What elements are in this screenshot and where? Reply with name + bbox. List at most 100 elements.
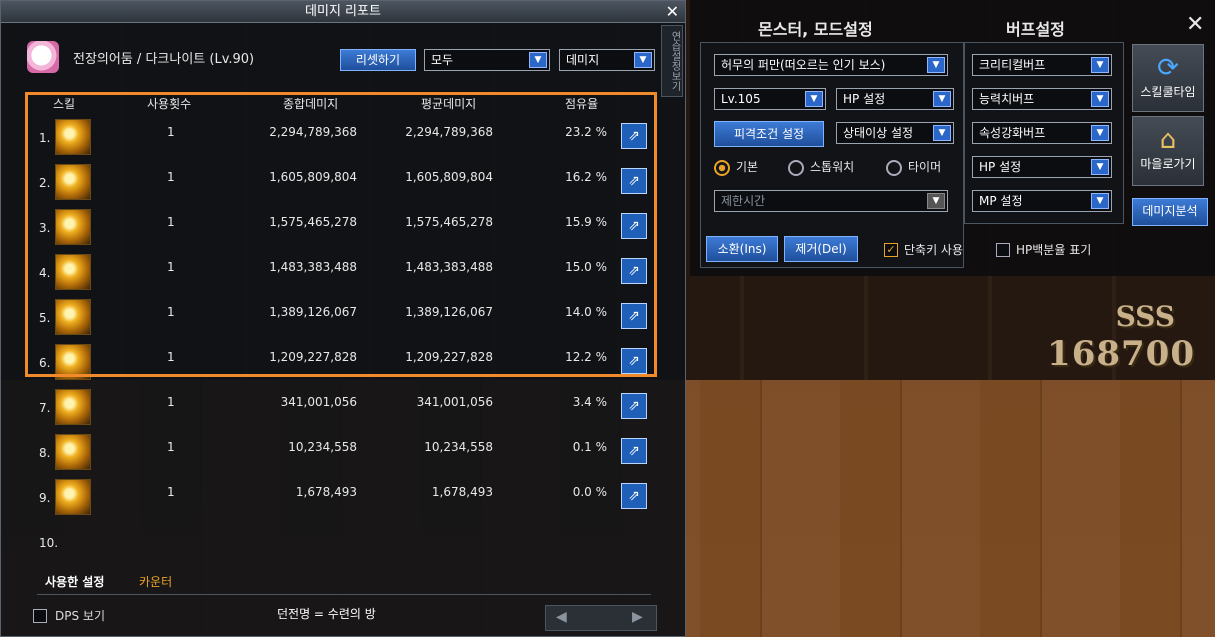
row-index: 10. <box>39 536 59 550</box>
skill-cooldown-label: 스킬쿨타임 <box>1140 85 1196 99</box>
radio-stopwatch-label: 스톱워치 <box>810 160 855 174</box>
dps-checkbox[interactable] <box>33 608 47 623</box>
go-town-button[interactable]: ⌂ 마을로가기 <box>1132 116 1204 186</box>
radio-off-icon <box>886 159 902 176</box>
dps-toggle[interactable]: DPS 보기 <box>33 607 105 624</box>
dps-label: DPS 보기 <box>55 609 105 623</box>
monster-select[interactable]: 허무의 퍼만(떠오르는 인기 보스) ▼ <box>714 54 948 76</box>
radio-basic-label: 기본 <box>736 160 759 174</box>
radio-basic[interactable]: 기본 <box>714 158 758 176</box>
share-icon[interactable]: ⇗ <box>621 393 647 419</box>
skill-cooldown-button[interactable]: ⟳ 스킬쿨타임 <box>1132 44 1204 112</box>
chevron-down-icon: ▼ <box>927 193 945 209</box>
table-row: 10. <box>31 520 661 564</box>
chevron-down-icon: ▼ <box>933 91 951 107</box>
chevron-down-icon: ▼ <box>1091 91 1109 107</box>
row-total: 10,234,558 <box>288 440 357 454</box>
dungeon-name: 던전명 = 수련의 방 <box>277 607 376 621</box>
row-total: 1,678,493 <box>295 485 357 499</box>
buff-select-hp[interactable]: HP 설정 ▼ <box>972 156 1112 178</box>
row-avg: 1,678,493 <box>431 485 493 499</box>
skill-icon <box>55 389 91 425</box>
reset-button[interactable]: 리셋하기 <box>340 49 416 71</box>
buff-select-element[interactable]: 속성강화버프 ▼ <box>972 122 1112 144</box>
hp-select[interactable]: HP 설정 ▼ <box>836 88 954 110</box>
skill-icon <box>55 434 91 470</box>
house-icon: ⌂ <box>1159 125 1177 155</box>
radio-timer-label: 타이머 <box>908 160 942 174</box>
summon-button[interactable]: 소환(Ins) <box>706 236 778 262</box>
table-row: 7. 1 341,001,056 341,001,056 3.4 % ⇗ <box>31 385 661 429</box>
buff-select-critical[interactable]: 크리티컬버프 ▼ <box>972 54 1112 76</box>
chevron-down-icon: ▼ <box>634 52 652 68</box>
checkbox-checked-icon[interactable]: ✓ <box>884 242 898 257</box>
buff-stat-value: 능력치버프 <box>979 92 1035 106</box>
skill-icon <box>55 479 91 515</box>
row-share: 3.4 % <box>572 395 607 409</box>
close-icon[interactable]: ✕ <box>1186 12 1204 37</box>
hp-select-value: HP 설정 <box>843 92 886 106</box>
metric-select[interactable]: 데미지 ▼ <box>559 49 655 71</box>
hp-percent-label: HP백분율 표기 <box>1016 243 1092 257</box>
share-icon[interactable]: ⇗ <box>621 483 647 509</box>
chevron-down-icon: ▼ <box>805 91 823 107</box>
table-row: 8. 1 10,234,558 10,234,558 0.1 % ⇗ <box>31 430 661 474</box>
buff-mp-value: MP 설정 <box>979 194 1023 208</box>
buff-hp-value: HP 설정 <box>979 160 1022 174</box>
combo-score: SSS 168700 <box>995 300 1195 380</box>
row-share: 0.0 % <box>572 485 607 499</box>
buff-select-stat[interactable]: 능력치버프 ▼ <box>972 88 1112 110</box>
row-index: 9. <box>39 491 51 505</box>
metric-select-value: 데미지 <box>566 53 600 67</box>
checkbox-icon[interactable] <box>996 242 1010 257</box>
status-select[interactable]: 상태이상 설정 ▼ <box>836 122 954 144</box>
tab-used-settings[interactable]: 사용한 설정 <box>45 573 104 590</box>
close-icon[interactable]: ✕ <box>666 1 679 23</box>
chevron-down-icon: ▼ <box>927 57 945 73</box>
level-select-value: Lv.105 <box>721 92 761 106</box>
filter-select[interactable]: 모두 ▼ <box>424 49 550 71</box>
monster-select-value: 허무의 퍼만(떠오르는 인기 보스) <box>721 58 886 72</box>
hp-percent-toggle[interactable]: HP백분율 표기 <box>996 241 1091 258</box>
buff-select-mp[interactable]: MP 설정 ▼ <box>972 190 1112 212</box>
radio-stopwatch[interactable]: 스톱워치 <box>788 158 854 176</box>
chevron-down-icon: ▼ <box>1091 125 1109 141</box>
prev-page-icon[interactable]: ◀ <box>556 609 567 625</box>
damage-analysis-button[interactable]: 데미지분석 <box>1132 198 1208 226</box>
buff-critical-value: 크리티컬버프 <box>979 58 1046 72</box>
radio-off-icon <box>788 159 804 176</box>
refresh-icon: ⟳ <box>1157 53 1179 83</box>
report-title: 데미지 리포트 <box>305 4 381 19</box>
tab-counter[interactable]: 카운터 <box>139 573 172 590</box>
status-select-value: 상태이상 설정 <box>843 126 914 140</box>
shortcut-toggle[interactable]: ✓ 단축키 사용 <box>884 241 963 258</box>
chevron-down-icon: ▼ <box>1091 159 1109 175</box>
character-info: 전장의어둠 / 다크나이트 (Lv.90) <box>27 39 254 75</box>
remove-button[interactable]: 제거(Del) <box>784 236 858 262</box>
next-page-icon[interactable]: ▶ <box>632 609 643 625</box>
radio-timer[interactable]: 타이머 <box>886 158 941 176</box>
rank-text: SSS <box>1115 300 1175 333</box>
shortcut-label: 단축키 사용 <box>904 243 964 257</box>
share-icon[interactable]: ⇗ <box>621 438 647 464</box>
row-total: 341,001,056 <box>280 395 357 409</box>
row-uses: 1 <box>167 440 175 454</box>
row-avg: 10,234,558 <box>424 440 493 454</box>
chevron-down-icon: ▼ <box>1091 193 1109 209</box>
buff-settings-title: 버프설정 <box>1006 20 1065 39</box>
buff-element-value: 속성강화버프 <box>979 126 1046 140</box>
practice-settings-tab[interactable]: 연습설정보기 <box>661 25 683 97</box>
highlight-box <box>25 92 657 377</box>
monster-mode-title: 몬스터, 모드설정 <box>758 20 873 39</box>
row-uses: 1 <box>167 395 175 409</box>
time-limit-input[interactable]: 제한시간 ▼ <box>714 190 948 212</box>
row-index: 8. <box>39 446 51 460</box>
damage-report-window: 데미지 리포트 ✕ 전장의어둠 / 다크나이트 (Lv.90) 리셋하기 모두 … <box>0 0 686 637</box>
level-select[interactable]: Lv.105 ▼ <box>714 88 826 110</box>
score-text: 168700 <box>1047 334 1195 374</box>
filter-select-value: 모두 <box>431 53 454 67</box>
bottom-tabs: 사용한 설정 카운터 <box>37 569 651 595</box>
row-share: 0.1 % <box>572 440 607 454</box>
row-uses: 1 <box>167 485 175 499</box>
hit-condition-button[interactable]: 피격조건 설정 <box>714 121 824 147</box>
